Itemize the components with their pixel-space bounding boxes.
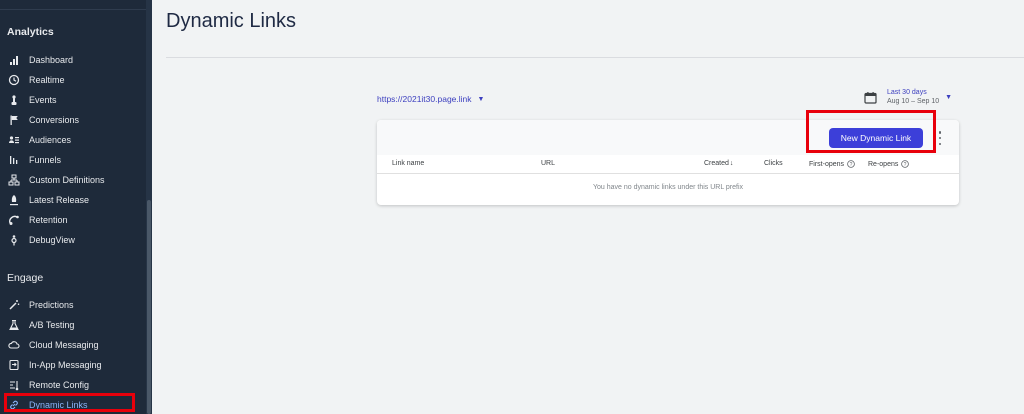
sidebar-item-label: Retention [29,215,68,225]
help-icon[interactable]: ? [847,160,855,168]
sidebar-item-label: Cloud Messaging [29,340,99,350]
date-range-label: Last 30 days [887,89,927,96]
sidebar-item-latest-release[interactable]: Latest Release [0,190,146,210]
section-title-analytics: Analytics [7,26,54,38]
sidebar-item-label: Funnels [29,155,62,165]
sidebar-item-predictions[interactable]: Predictions [0,295,146,315]
sidebar-item-in-app-messaging[interactable]: In-App Messaging [0,355,146,375]
people-list-icon [8,134,20,146]
sidebar-item-ab-testing[interactable]: A/B Testing [0,315,146,335]
table-divider [377,173,959,174]
highlight-box-new-link [806,110,936,153]
magic-wand-icon [8,299,20,311]
in-app-message-icon [8,359,20,371]
sidebar-scrollbar[interactable] [146,0,152,414]
sidebar-item-label: Conversions [29,115,80,125]
svg-text:?: ? [904,162,907,168]
sidebar-scrollbar-thumb[interactable] [147,200,151,414]
sidebar-item-label: Predictions [29,300,74,310]
sidebar-item-label: Audiences [29,135,72,145]
page-title: Dynamic Links [166,10,297,32]
sidebar-item-label: A/B Testing [29,320,75,330]
hierarchy-icon [8,174,20,186]
retention-icon [8,214,20,226]
sidebar-item-label: DebugView [29,235,75,245]
column-header-url[interactable]: URL [541,160,555,167]
cloud-message-icon [8,339,20,351]
sidebar-item-retention[interactable]: Retention [0,210,146,230]
column-header-re-opens[interactable]: Re-opens ? [868,160,910,168]
column-header-clicks[interactable]: Clicks [764,160,783,167]
url-prefix-select[interactable]: https://2021it30.page.link ▼ [377,94,484,104]
debug-icon [8,234,20,246]
bar-chart-icon [8,54,20,66]
flag-icon [8,114,20,126]
sidebar-item-audiences[interactable]: Audiences [0,130,146,150]
sidebar-item-remote-config[interactable]: Remote Config [0,375,146,395]
sidebar: Analytics Dashboard Realtime Events Conv… [0,0,152,414]
sidebar-item-label: In-App Messaging [29,360,102,370]
sidebar-item-funnels[interactable]: Funnels [0,150,146,170]
sidebar-item-custom-definitions[interactable]: Custom Definitions [0,170,146,190]
column-header-first-opens[interactable]: First-opens ? [809,160,855,168]
column-header-first-opens-label: First-opens [809,160,845,168]
more-options-icon[interactable] [938,131,942,145]
sidebar-item-label: Remote Config [29,380,90,390]
rocket-icon [8,194,20,206]
help-icon[interactable]: ? [901,160,910,168]
sidebar-item-label: Latest Release [29,195,90,205]
sidebar-item-label: Dashboard [29,55,74,65]
sidebar-item-dashboard[interactable]: Dashboard [0,50,146,70]
sidebar-item-conversions[interactable]: Conversions [0,110,146,130]
date-range-picker[interactable]: Last 30 days Aug 10 – Sep 10 ▼ [864,89,952,105]
column-header-created[interactable]: Created ↓ [704,160,733,167]
empty-state-message: You have no dynamic links under this URL… [592,184,744,191]
chevron-down-icon: ▼ [945,94,953,101]
header-divider [166,57,1024,58]
column-header-re-opens-label: Re-opens [868,160,899,168]
section-title-engage: Engage [7,272,44,284]
clock-icon [8,74,20,86]
sort-arrow-icon: ↓ [729,160,734,167]
sidebar-item-label: Events [29,95,57,105]
sidebar-item-label: Realtime [29,75,65,85]
sidebar-item-cloud-messaging[interactable]: Cloud Messaging [0,335,146,355]
svg-text:?: ? [850,162,853,168]
remote-config-icon [8,379,20,391]
sidebar-top-strip [0,0,146,10]
highlight-box-dynamic-links [4,393,135,412]
sidebar-item-events[interactable]: Events [0,90,146,110]
flask-icon [8,319,20,331]
column-header-created-label: Created [704,160,729,167]
sidebar-item-label: Custom Definitions [29,175,105,185]
url-prefix-value: https://2021it30.page.link [377,94,472,104]
chevron-down-icon: ▼ [477,95,485,103]
sidebar-item-debugview[interactable]: DebugView [0,230,146,250]
column-header-link-name[interactable]: Link name [392,160,424,167]
funnel-icon [8,154,20,166]
touch-icon [8,94,20,106]
calendar-icon [864,91,877,104]
sidebar-item-realtime[interactable]: Realtime [0,70,146,90]
date-range-dates: Aug 10 – Sep 10 [887,98,940,105]
